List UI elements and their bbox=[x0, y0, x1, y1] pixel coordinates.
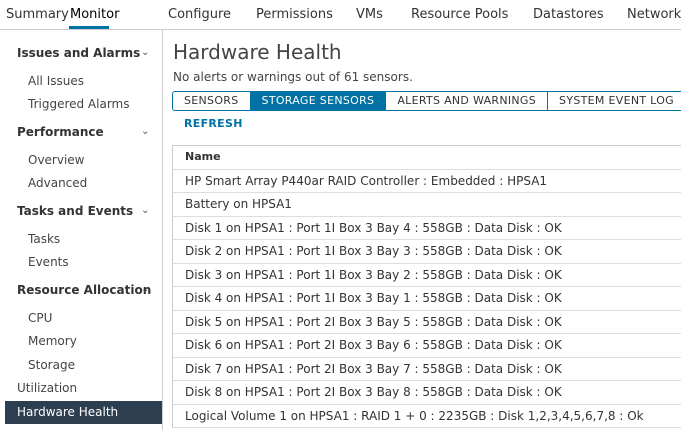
sidebar-item-all-issues[interactable]: All Issues bbox=[28, 74, 84, 88]
tab-resource-pools[interactable]: Resource Pools bbox=[411, 7, 508, 22]
sidebar-item-advanced[interactable]: Advanced bbox=[28, 176, 87, 190]
table-row[interactable]: Disk 4 on HPSA1 : Port 1I Box 3 Bay 1 : … bbox=[173, 287, 681, 311]
sensors-table: Name HP Smart Array P440ar RAID Controll… bbox=[172, 145, 681, 428]
segment-system-event-log[interactable]: SYSTEM EVENT LOG bbox=[547, 92, 681, 110]
table-row[interactable]: Disk 2 on HPSA1 : Port 1I Box 3 Bay 3 : … bbox=[173, 240, 681, 264]
table-row[interactable]: Disk 1 on HPSA1 : Port 1I Box 3 Bay 4 : … bbox=[173, 217, 681, 240]
top-tabs: Summary Monitor Configure Permissions VM… bbox=[0, 0, 681, 30]
table-row[interactable]: Disk 7 on HPSA1 : Port 2I Box 3 Bay 7 : … bbox=[173, 358, 681, 381]
table-row[interactable]: Disk 3 on HPSA1 : Port 1I Box 3 Bay 2 : … bbox=[173, 264, 681, 287]
sidebar-item-triggered-alarms[interactable]: Triggered Alarms bbox=[28, 97, 130, 111]
sidebar-item-memory[interactable]: Memory bbox=[28, 334, 77, 348]
tab-configure[interactable]: Configure bbox=[168, 7, 231, 22]
sidebar-item-cpu[interactable]: CPU bbox=[28, 311, 52, 325]
sidebar-group-performance[interactable]: Performance bbox=[17, 125, 104, 139]
sidebar: Issues and Alarms ⌄ All Issues Triggered… bbox=[0, 30, 163, 430]
tab-permissions[interactable]: Permissions bbox=[256, 7, 333, 22]
segment-sensors[interactable]: SENSORS bbox=[173, 92, 250, 110]
segment-storage-sensors[interactable]: STORAGE SENSORS bbox=[249, 92, 386, 110]
sidebar-item-storage[interactable]: Storage bbox=[28, 358, 75, 372]
table-row[interactable]: Disk 5 on HPSA1 : Port 2I Box 3 Bay 5 : … bbox=[173, 311, 681, 334]
tab-summary[interactable]: Summary bbox=[6, 7, 69, 22]
tab-networks[interactable]: Networks bbox=[627, 7, 681, 22]
sidebar-item-utilization[interactable]: Utilization bbox=[17, 381, 77, 395]
segment-alerts-warnings[interactable]: ALERTS AND WARNINGS bbox=[385, 92, 547, 110]
column-header-name[interactable]: Name bbox=[173, 146, 681, 170]
table-row[interactable]: Battery on HPSA1 bbox=[173, 193, 681, 217]
table-row[interactable]: Logical Volume 1 on HPSA1 : RAID 1 + 0 :… bbox=[173, 405, 681, 428]
sidebar-group-resource-allocation[interactable]: Resource Allocation bbox=[17, 283, 151, 297]
active-tab-indicator bbox=[69, 26, 109, 29]
chevron-down-icon[interactable]: ⌄ bbox=[141, 284, 149, 295]
sidebar-group-issues-alarms[interactable]: Issues and Alarms bbox=[17, 46, 140, 60]
sidebar-item-overview[interactable]: Overview bbox=[28, 153, 85, 167]
tab-vms[interactable]: VMs bbox=[356, 7, 383, 22]
sidebar-item-hardware-health[interactable]: Hardware Health bbox=[5, 401, 162, 424]
table-row[interactable]: HP Smart Array P440ar RAID Controller : … bbox=[173, 170, 681, 193]
sidebar-item-label: Hardware Health bbox=[17, 405, 119, 419]
chevron-down-icon[interactable]: ⌄ bbox=[141, 205, 149, 216]
status-summary: No alerts or warnings out of 61 sensors. bbox=[173, 70, 413, 84]
table-row[interactable]: Disk 8 on HPSA1 : Port 2I Box 3 Bay 8 : … bbox=[173, 381, 681, 405]
view-segmented-control: SENSORS STORAGE SENSORS ALERTS AND WARNI… bbox=[172, 91, 681, 111]
sidebar-item-events[interactable]: Events bbox=[28, 255, 69, 269]
tab-datastores[interactable]: Datastores bbox=[533, 7, 604, 22]
tab-monitor[interactable]: Monitor bbox=[70, 7, 119, 22]
sidebar-item-tasks[interactable]: Tasks bbox=[28, 232, 60, 246]
table-row[interactable]: Disk 6 on HPSA1 : Port 2I Box 3 Bay 6 : … bbox=[173, 334, 681, 358]
sidebar-group-tasks-events[interactable]: Tasks and Events bbox=[17, 204, 133, 218]
chevron-down-icon[interactable]: ⌄ bbox=[141, 47, 149, 58]
page-title: Hardware Health bbox=[173, 40, 342, 64]
refresh-button[interactable]: REFRESH bbox=[184, 117, 243, 130]
chevron-down-icon[interactable]: ⌄ bbox=[141, 126, 149, 137]
